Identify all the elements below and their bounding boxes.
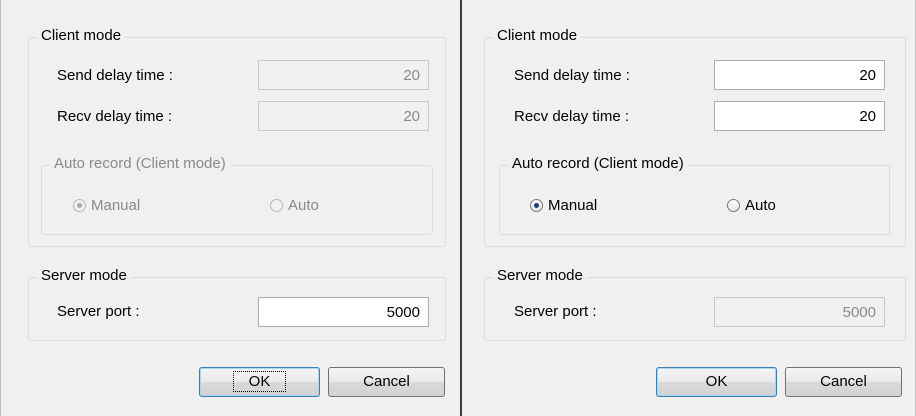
server-port-field[interactable]: 5000	[258, 297, 429, 327]
server-mode-legend: Server mode	[493, 267, 587, 284]
auto-radio[interactable]: Auto	[727, 197, 776, 214]
recv-delay-field[interactable]: 20	[714, 101, 885, 131]
auto-radio[interactable]: Auto	[270, 197, 319, 214]
cancel-button[interactable]: Cancel	[785, 367, 902, 397]
recv-delay-label: Recv delay time :	[514, 108, 630, 125]
radio-unselected-icon	[270, 199, 283, 212]
cancel-button[interactable]: Cancel	[328, 367, 445, 397]
ok-button-label: OK	[232, 371, 287, 392]
server-port-label: Server port :	[57, 303, 140, 320]
recv-delay-field[interactable]: 20	[258, 101, 429, 131]
cancel-button-label: Cancel	[363, 373, 410, 390]
client-mode-legend: Client mode	[493, 27, 582, 44]
manual-radio[interactable]: Manual	[530, 197, 597, 214]
auto-record-legend: Auto record (Client mode)	[508, 155, 688, 172]
recv-delay-label: Recv delay time :	[57, 108, 173, 125]
auto-radio-label: Auto	[745, 197, 776, 214]
radio-selected-icon	[530, 199, 543, 212]
manual-radio-label: Manual	[91, 197, 141, 214]
auto-record-legend: Auto record (Client mode)	[50, 155, 230, 172]
ok-button[interactable]: OK	[199, 367, 320, 397]
radio-selected-icon	[73, 199, 86, 212]
client-mode-legend: Client mode	[37, 27, 126, 44]
ok-button-label: OK	[705, 373, 728, 390]
left-dialog: Client mode Send delay time : 20 Recv de…	[0, 0, 456, 416]
server-mode-legend: Server mode	[37, 267, 131, 284]
send-delay-field[interactable]: 20	[258, 60, 429, 90]
server-port-label: Server port :	[514, 303, 597, 320]
auto-radio-label: Auto	[288, 197, 319, 214]
radio-unselected-icon	[727, 199, 740, 212]
server-port-field[interactable]: 5000	[714, 297, 885, 327]
right-dialog: Client mode Send delay time : 20 Recv de…	[466, 0, 916, 416]
dialog-divider	[456, 0, 466, 416]
send-delay-label: Send delay time :	[57, 67, 173, 84]
send-delay-label: Send delay time :	[514, 67, 630, 84]
manual-radio[interactable]: Manual	[73, 197, 140, 214]
cancel-button-label: Cancel	[820, 373, 867, 390]
send-delay-field[interactable]: 20	[714, 60, 885, 90]
ok-button[interactable]: OK	[656, 367, 777, 397]
manual-radio-label: Manual	[548, 197, 598, 214]
